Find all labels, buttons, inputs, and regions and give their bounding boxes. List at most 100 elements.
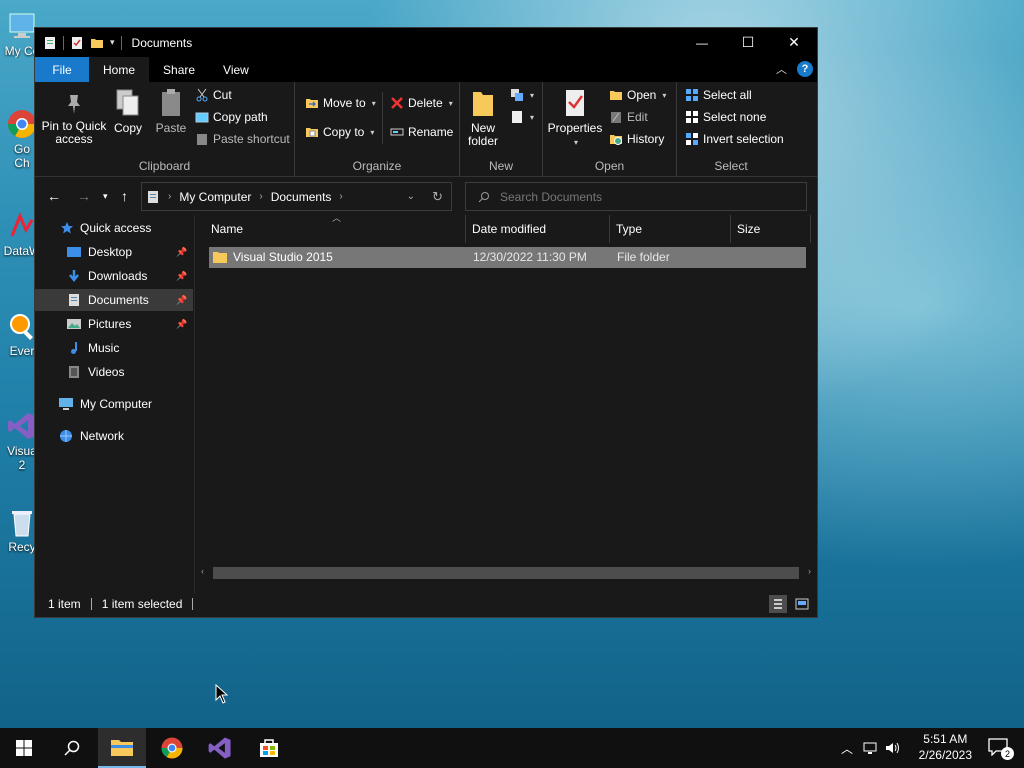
select-all-button[interactable]: Select all bbox=[685, 88, 752, 102]
forward-arrow-icon[interactable]: → bbox=[77, 188, 91, 204]
breadcrumb-chevron-icon[interactable]: › bbox=[259, 191, 262, 202]
tab-file[interactable]: File bbox=[35, 57, 89, 82]
window-title: Documents bbox=[131, 35, 193, 50]
select-group-label: Select bbox=[714, 159, 748, 173]
volume-icon[interactable] bbox=[884, 741, 902, 755]
help-icon[interactable]: ? bbox=[797, 61, 813, 77]
breadcrumb-documents[interactable]: Documents bbox=[271, 190, 332, 204]
select-all-icon bbox=[686, 89, 698, 101]
easy-access-button[interactable]: ▾ bbox=[510, 110, 534, 124]
scrollbar-thumb[interactable] bbox=[213, 567, 799, 579]
large-icons-view-button[interactable] bbox=[793, 595, 811, 613]
status-separator bbox=[192, 598, 194, 610]
new-folder-icon[interactable] bbox=[90, 36, 104, 50]
nav-network[interactable]: Network bbox=[58, 425, 124, 447]
computer-icon bbox=[59, 398, 73, 410]
cut-button[interactable]: Cut bbox=[195, 88, 232, 102]
tab-view[interactable]: View bbox=[209, 57, 263, 82]
properties-doc-icon[interactable] bbox=[43, 36, 57, 50]
nav-quick-access[interactable]: Quick access bbox=[60, 217, 151, 239]
pin-icon[interactable]: 📌 bbox=[176, 271, 187, 282]
search-input[interactable] bbox=[500, 189, 780, 204]
pictures-icon bbox=[67, 319, 81, 329]
address-bar[interactable]: › My Computer › Documents › ⌄ ↻ bbox=[141, 182, 452, 211]
taskbar-visual-studio[interactable] bbox=[196, 728, 244, 768]
organize-group-label: Organize bbox=[352, 159, 402, 173]
nav-item-music[interactable]: Music bbox=[35, 337, 193, 359]
move-to-icon bbox=[306, 99, 318, 108]
recent-locations-chevron-icon[interactable]: ▾ bbox=[103, 191, 108, 202]
column-header-date-modified[interactable]: Date modified bbox=[466, 215, 610, 243]
taskbar-store[interactable] bbox=[245, 728, 293, 768]
rename-button[interactable]: Rename bbox=[390, 125, 453, 139]
nav-item-pictures[interactable]: Pictures 📌 bbox=[35, 313, 193, 335]
copy-button[interactable]: Copy bbox=[111, 88, 145, 135]
search-box[interactable] bbox=[465, 182, 807, 211]
minimize-button[interactable]: — bbox=[679, 28, 725, 57]
customize-dropdown-icon[interactable]: ▾ bbox=[110, 37, 115, 48]
breadcrumb-chevron-icon: › bbox=[168, 191, 172, 202]
column-header-size[interactable]: Size bbox=[731, 215, 811, 243]
delete-button[interactable]: Delete ▾ bbox=[390, 96, 453, 110]
taskbar-chrome[interactable] bbox=[148, 728, 196, 768]
details-view-button[interactable] bbox=[769, 595, 787, 613]
content-area: Quick access Desktop 📌 Downloads 📌 Docum… bbox=[35, 213, 817, 593]
taskbar-search-button[interactable] bbox=[48, 728, 96, 768]
copy-icon bbox=[116, 89, 139, 116]
breadcrumb-my-computer[interactable]: My Computer bbox=[179, 190, 251, 204]
horizontal-scrollbar[interactable]: ‹ › bbox=[199, 566, 813, 580]
search-icon bbox=[64, 740, 80, 756]
new-folder-button[interactable]: New folder bbox=[464, 88, 502, 148]
address-dropdown-icon[interactable]: ⌄ bbox=[407, 191, 415, 202]
up-arrow-icon[interactable]: ↑ bbox=[121, 188, 128, 204]
breadcrumb-chevron-icon[interactable]: › bbox=[339, 191, 342, 202]
maximize-button[interactable]: ☐ bbox=[725, 28, 771, 57]
invert-selection-button[interactable]: Invert selection bbox=[685, 132, 784, 146]
invert-selection-icon bbox=[686, 133, 698, 145]
history-button[interactable]: History bbox=[609, 132, 664, 146]
copy-to-icon bbox=[306, 128, 318, 137]
nav-item-downloads[interactable]: Downloads 📌 bbox=[35, 265, 193, 287]
title-bar[interactable]: ▾ Documents — ☐ ✕ bbox=[35, 28, 817, 57]
network-tray-icon[interactable] bbox=[862, 741, 880, 755]
new-item-icon bbox=[511, 89, 523, 101]
nav-item-desktop[interactable]: Desktop 📌 bbox=[35, 241, 193, 263]
nav-my-computer[interactable]: My Computer bbox=[58, 393, 152, 415]
scroll-right-icon[interactable]: › bbox=[808, 566, 811, 576]
collapse-ribbon-icon[interactable]: ︿ bbox=[776, 61, 787, 77]
nav-item-videos[interactable]: Videos bbox=[35, 361, 193, 383]
chrome-icon bbox=[161, 737, 183, 759]
show-hidden-icons-chevron-icon[interactable]: ︿ bbox=[838, 740, 856, 757]
taskbar-file-explorer[interactable] bbox=[98, 728, 146, 768]
music-note-icon bbox=[71, 342, 77, 354]
edit-button[interactable]: Edit bbox=[609, 110, 648, 124]
column-header-name[interactable]: Name bbox=[205, 215, 466, 243]
select-none-button[interactable]: Select none bbox=[685, 110, 766, 124]
taskbar-clock[interactable]: 5:51 AM 2/26/2023 bbox=[919, 731, 972, 763]
delete-x-icon bbox=[391, 97, 403, 109]
refresh-icon[interactable]: ↻ bbox=[432, 189, 443, 205]
tab-share[interactable]: Share bbox=[149, 57, 209, 82]
paste-shortcut-button[interactable]: Paste shortcut bbox=[195, 132, 290, 146]
pin-icon[interactable]: 📌 bbox=[176, 247, 187, 258]
copy-to-button[interactable]: Copy to ▾ bbox=[305, 125, 374, 139]
open-button[interactable]: Open ▾ bbox=[609, 88, 666, 102]
scroll-left-icon[interactable]: ‹ bbox=[201, 566, 204, 576]
column-header-type[interactable]: Type bbox=[610, 215, 731, 243]
action-center-button[interactable]: 2 bbox=[988, 738, 1014, 760]
table-row[interactable]: Visual Studio 2015 12/30/2022 11:30 PM F… bbox=[209, 247, 806, 268]
move-to-button[interactable]: Move to ▾ bbox=[305, 96, 376, 110]
copy-path-button[interactable]: Copy path bbox=[195, 110, 268, 124]
start-button[interactable] bbox=[0, 728, 48, 768]
back-arrow-icon[interactable]: ← bbox=[47, 188, 61, 204]
checkmark-doc-icon[interactable] bbox=[70, 36, 84, 50]
close-button[interactable]: ✕ bbox=[771, 28, 817, 57]
pin-icon[interactable]: 📌 bbox=[176, 295, 187, 306]
nav-item-documents[interactable]: Documents 📌 bbox=[35, 289, 193, 311]
pin-icon[interactable]: 📌 bbox=[176, 319, 187, 330]
tab-home[interactable]: Home bbox=[89, 57, 150, 82]
paste-button[interactable]: Paste bbox=[153, 88, 189, 135]
new-item-button[interactable]: ▾ bbox=[510, 88, 534, 102]
properties-button[interactable]: Properties ▾ bbox=[547, 88, 603, 149]
pin-to-quick-access-button[interactable]: Pin to Quick access bbox=[39, 92, 109, 146]
